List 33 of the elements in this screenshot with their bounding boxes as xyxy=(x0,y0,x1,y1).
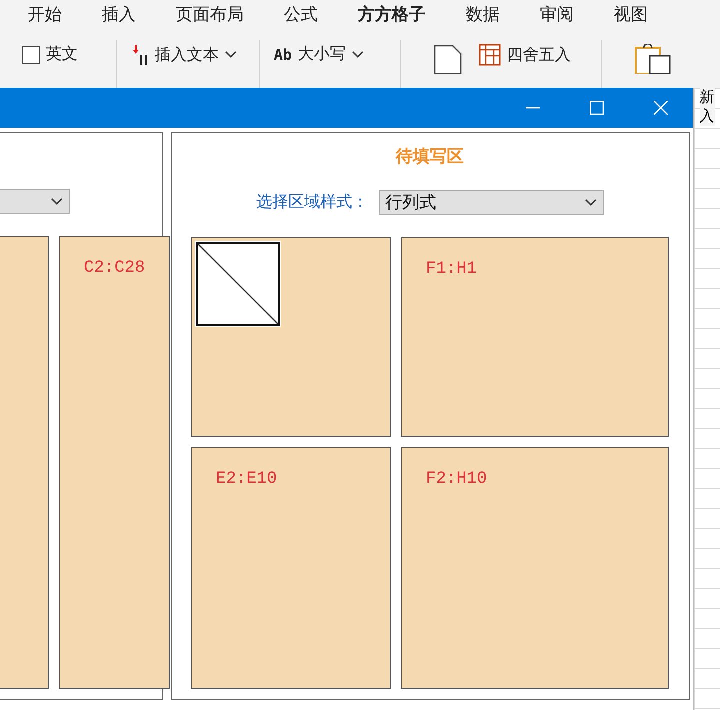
ribbon-tab[interactable]: 插入 xyxy=(100,0,138,33)
ribbon-tab[interactable]: 开始 xyxy=(26,0,64,33)
minimize-icon xyxy=(526,107,540,109)
ribbon-tab[interactable]: 数据 xyxy=(464,0,502,33)
close-icon xyxy=(654,101,668,115)
style-select[interactable] xyxy=(0,189,70,214)
ribbon-label: 新 xyxy=(700,88,714,107)
style-label: 选择区域样式： xyxy=(256,192,368,213)
insert-icon xyxy=(133,44,149,66)
maximize-icon xyxy=(590,101,604,115)
panel-title: 待填写区 xyxy=(394,146,465,169)
diagonal-cell-icon xyxy=(195,241,281,327)
table-icon xyxy=(479,44,502,66)
english-checkbox[interactable]: 英文 xyxy=(22,44,78,65)
range-label: F1:H1 xyxy=(426,260,478,279)
ribbon-tab[interactable]: 视图 xyxy=(612,0,650,33)
range-label: E2:E10 xyxy=(216,470,278,489)
ribbon-tab[interactable]: 页面布局 xyxy=(174,0,246,33)
ribbon-tab[interactable]: 审阅 xyxy=(538,0,576,33)
style-select[interactable]: 行列式 xyxy=(378,190,604,215)
chevron-down-icon xyxy=(225,51,237,59)
chevron-down-icon xyxy=(352,50,364,58)
chevron-down-icon xyxy=(51,198,63,206)
range-label: C2:C28 xyxy=(84,259,146,278)
ribbon-label: 入 xyxy=(700,107,714,126)
round-button[interactable]: 四舍五入 xyxy=(479,44,572,66)
menu-button[interactable]: 插入文本 xyxy=(133,44,237,66)
menu-button[interactable]: Ab 大小写 xyxy=(274,44,364,65)
chevron-down-icon xyxy=(584,198,596,206)
range-label: F2:H10 xyxy=(426,470,488,489)
clipboard-icon xyxy=(634,44,672,74)
document-icon xyxy=(433,44,464,74)
ribbon-tab[interactable]: 公式 xyxy=(282,0,320,33)
